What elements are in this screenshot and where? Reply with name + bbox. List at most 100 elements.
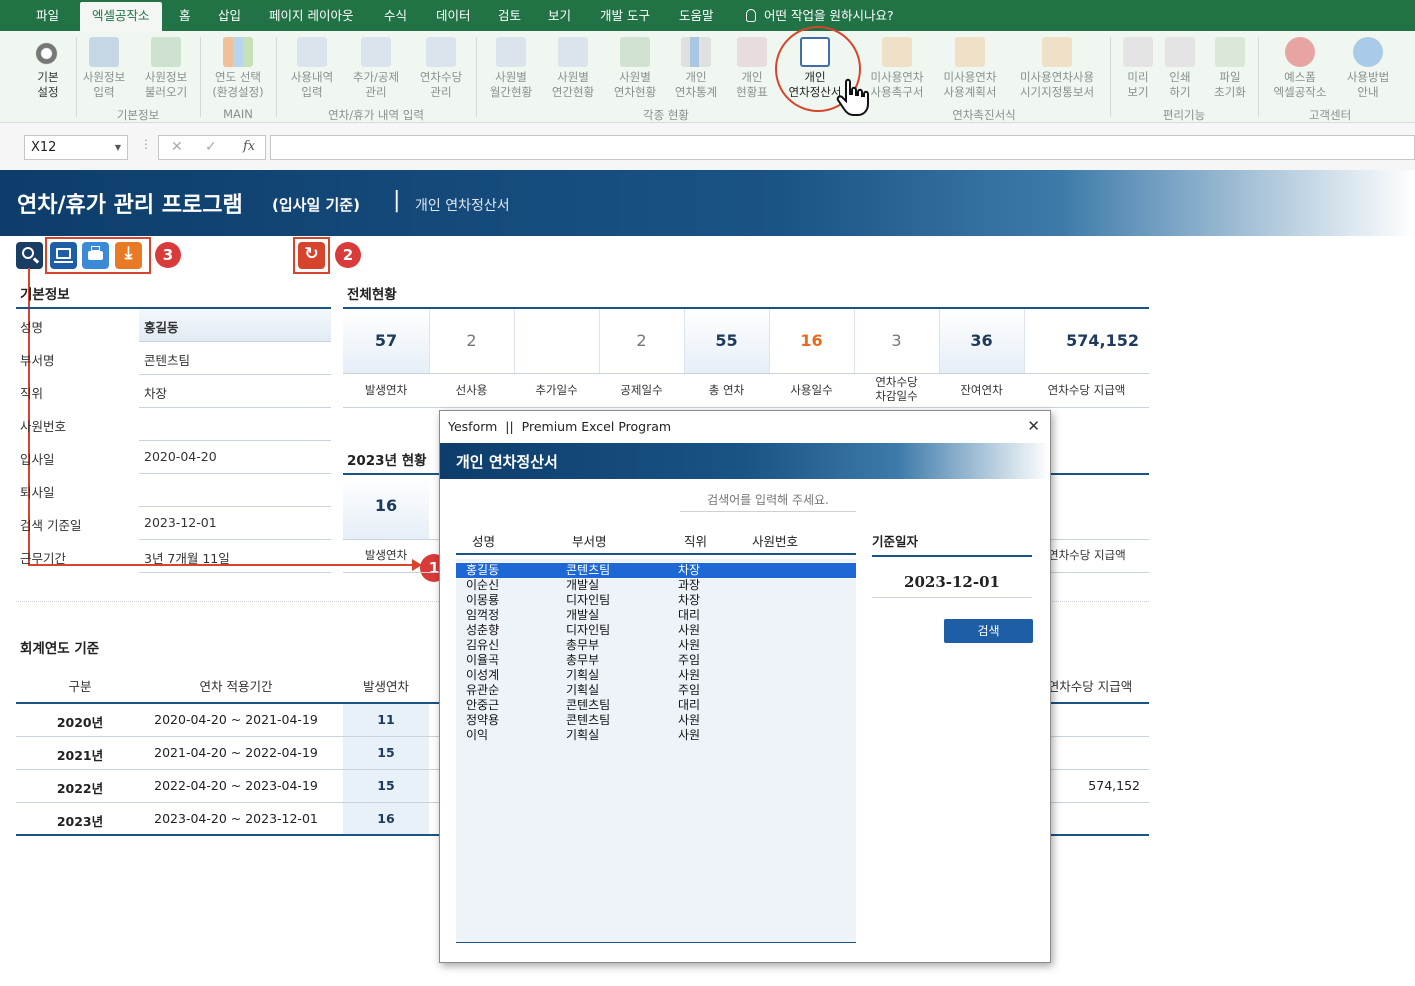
tab-help[interactable]: 도움말 [671, 0, 722, 31]
employee-list[interactable]: 홍길동 콘텐츠팀 차장 이순신 개발실 과장 이몽룡 디자인팀 차장 임꺽정 개발실 대리 성춘향 디자인… [455, 559, 857, 943]
ribbon-label: 시기지정통보서 [1019, 85, 1095, 99]
ribbon-label: 개인 [741, 70, 763, 84]
employee-row[interactable]: 김유신 총무부 사원 [456, 638, 856, 653]
ribbon-label: 추가/공제 [352, 70, 400, 84]
employee-row[interactable]: 이율곡 총무부 주임 [456, 653, 856, 668]
ribbon-label: 파일 [1219, 70, 1241, 84]
basic-info-value: 홍길동 [144, 320, 179, 335]
stat-label: 발생연차 [364, 383, 408, 397]
employee-row[interactable]: 성춘향 디자인팀 사원 [456, 623, 856, 638]
group-separator [200, 37, 201, 117]
tab-page-layout[interactable]: 페이지 레이아웃 [261, 0, 361, 31]
employee-pos: 주임 [678, 653, 701, 667]
dialog-titlebar: Yesform || Premium Excel Program ✕ [440, 411, 1050, 443]
personal-stats-button[interactable]: 개인 연차통계 [668, 37, 724, 100]
ribbon: 기본 설정 사원정보 입력 사원정보 불러오기 연도 선택 (환경설정) 사용내… [0, 31, 1415, 123]
step-badge-3: 3 [155, 242, 181, 268]
employee-row[interactable]: 이몽룡 디자인팀 차장 [456, 593, 856, 608]
employee-input-button[interactable]: 사원정보 입력 [78, 37, 130, 100]
tab-formulas[interactable]: 수식 [376, 0, 415, 31]
unused-leave-notice-button[interactable]: 미사용연차사용 시기지정통보서 [1010, 37, 1104, 100]
refresh-button[interactable]: ↻ [298, 242, 325, 269]
formula-input[interactable] [270, 135, 1415, 160]
tab-review[interactable]: 검토 [490, 0, 529, 31]
employee-row[interactable]: 이순신 개발실 과장 [456, 578, 856, 593]
download-icon: ⤓ [124, 243, 133, 263]
add-deduct-button[interactable]: 추가/공제 관리 [346, 37, 406, 100]
ribbon-label: 입력 [93, 85, 115, 99]
list-edit-icon [426, 37, 456, 67]
ribbon-label: 사원별 [557, 70, 589, 84]
cancel-icon[interactable]: ✕ [171, 139, 183, 155]
usage-input-button[interactable]: 사용내역 입력 [284, 37, 340, 100]
employee-pos: 사원 [678, 728, 701, 742]
personal-report-button[interactable]: 개인 현황표 [728, 37, 776, 100]
usage-guide-button[interactable]: 사용방법 안내 [1340, 37, 1396, 100]
stat-label: 총 연차 [708, 383, 745, 397]
users-icon [89, 37, 119, 67]
download-button[interactable]: ⤓ [115, 242, 142, 269]
stat-label: 사용일수 [790, 383, 833, 397]
screen-view-button[interactable] [50, 242, 77, 269]
fiscal-year: 2020년 [56, 715, 104, 730]
basic-info-value: 3년 7개월 11일 [144, 551, 230, 566]
employee-dept: 총무부 [566, 653, 600, 667]
yesform-button[interactable]: 예스폼 엑셀공작소 [1266, 37, 1334, 100]
menu-bar: 파일 엑셀공작소 홈 삽입 페이지 레이아웃 수식 데이터 검토 보기 개발 도… [0, 0, 1415, 31]
basic-info-value: 2020-04-20 [144, 449, 217, 464]
employee-row[interactable]: 안중근 콘텐츠팀 대리 [456, 698, 856, 713]
group-separator [1258, 37, 1259, 117]
stat-label: 추가일수 [535, 383, 578, 397]
yearly-status-button[interactable]: 사원별 연간현황 [544, 37, 602, 100]
column-separator [514, 309, 515, 373]
date-rule [872, 555, 1032, 557]
search-submit-button[interactable]: 검색 [944, 619, 1033, 643]
tell-me-text: 어떤 작업을 원하시나요? [764, 8, 894, 23]
employee-import-button[interactable]: 사원정보 불러오기 [138, 37, 194, 100]
enter-icon[interactable]: ✓ [205, 139, 217, 155]
annual-status-button[interactable]: 사원별 연차현황 [606, 37, 664, 100]
preview-button[interactable]: 미리 보기 [1118, 37, 1158, 100]
basic-info-label: 퇴사일 [20, 485, 55, 500]
basic-settings-button[interactable]: 기본 설정 [28, 37, 68, 100]
fiscal-period: 2021-04-20 ~ 2022-04-19 [154, 745, 318, 760]
row-rule [343, 407, 1149, 408]
page-banner: 연차/휴가 관리 프로그램 (입사일 기준) | 개인 연차정산서 [0, 170, 1415, 236]
stat-value: 574,152 [1066, 331, 1139, 350]
employee-row[interactable]: 유관순 기획실 주임 [456, 683, 856, 698]
tab-insert[interactable]: 삽입 [210, 0, 249, 31]
employee-row[interactable]: 임꺽정 개발실 대리 [456, 608, 856, 623]
stat-label: 잔여연차 [960, 383, 1003, 397]
page-subtitle: (입사일 기준) [272, 196, 360, 214]
ribbon-label: 초기화 [1214, 85, 1246, 99]
year-select-button[interactable]: 연도 선택 (환경설정) [206, 37, 270, 100]
employee-row[interactable]: 이성계 기획실 사원 [456, 668, 856, 683]
print-sheet-button[interactable] [82, 242, 109, 269]
tab-developer[interactable]: 개발 도구 [592, 0, 658, 31]
tab-home[interactable]: 홈 [171, 0, 199, 31]
fiscal-period: 2023-04-20 ~ 2023-12-01 [154, 811, 318, 826]
fx-icon[interactable]: fx [243, 139, 255, 154]
stat-label: 연차수당 지급액 [1047, 383, 1126, 397]
employee-row[interactable]: 이익 기획실 사원 [456, 728, 856, 743]
name-box[interactable]: X12 ▼ [24, 135, 128, 160]
search-button[interactable] [16, 242, 43, 269]
print-button[interactable]: 인쇄 하기 [1160, 37, 1200, 100]
row-rule [139, 440, 331, 441]
date-value[interactable]: 2023-12-01 [872, 573, 1032, 591]
unused-leave-plan-button[interactable]: 미사용연차 사용계획서 [936, 37, 1004, 100]
monthly-status-button[interactable]: 사원별 월간현황 [482, 37, 540, 100]
tab-excel-workshop[interactable]: 엑셀공작소 [80, 2, 162, 31]
reset-file-button[interactable]: 파일 초기화 [1208, 37, 1252, 100]
close-icon[interactable]: ✕ [1027, 417, 1040, 435]
allowance-button[interactable]: 연차수당 관리 [412, 37, 470, 100]
employee-row[interactable]: 정약용 콘텐츠팀 사원 [456, 713, 856, 728]
info-icon [1353, 37, 1383, 67]
tab-file[interactable]: 파일 [28, 0, 67, 31]
year-issued-label: 발생연차 [364, 548, 408, 562]
search-input[interactable] [680, 488, 856, 512]
employee-row[interactable]: 홍길동 콘텐츠팀 차장 [455, 562, 857, 579]
tab-data[interactable]: 데이터 [428, 0, 479, 31]
tab-view[interactable]: 보기 [540, 0, 579, 31]
ribbon-label: 사용계획서 [943, 85, 997, 99]
